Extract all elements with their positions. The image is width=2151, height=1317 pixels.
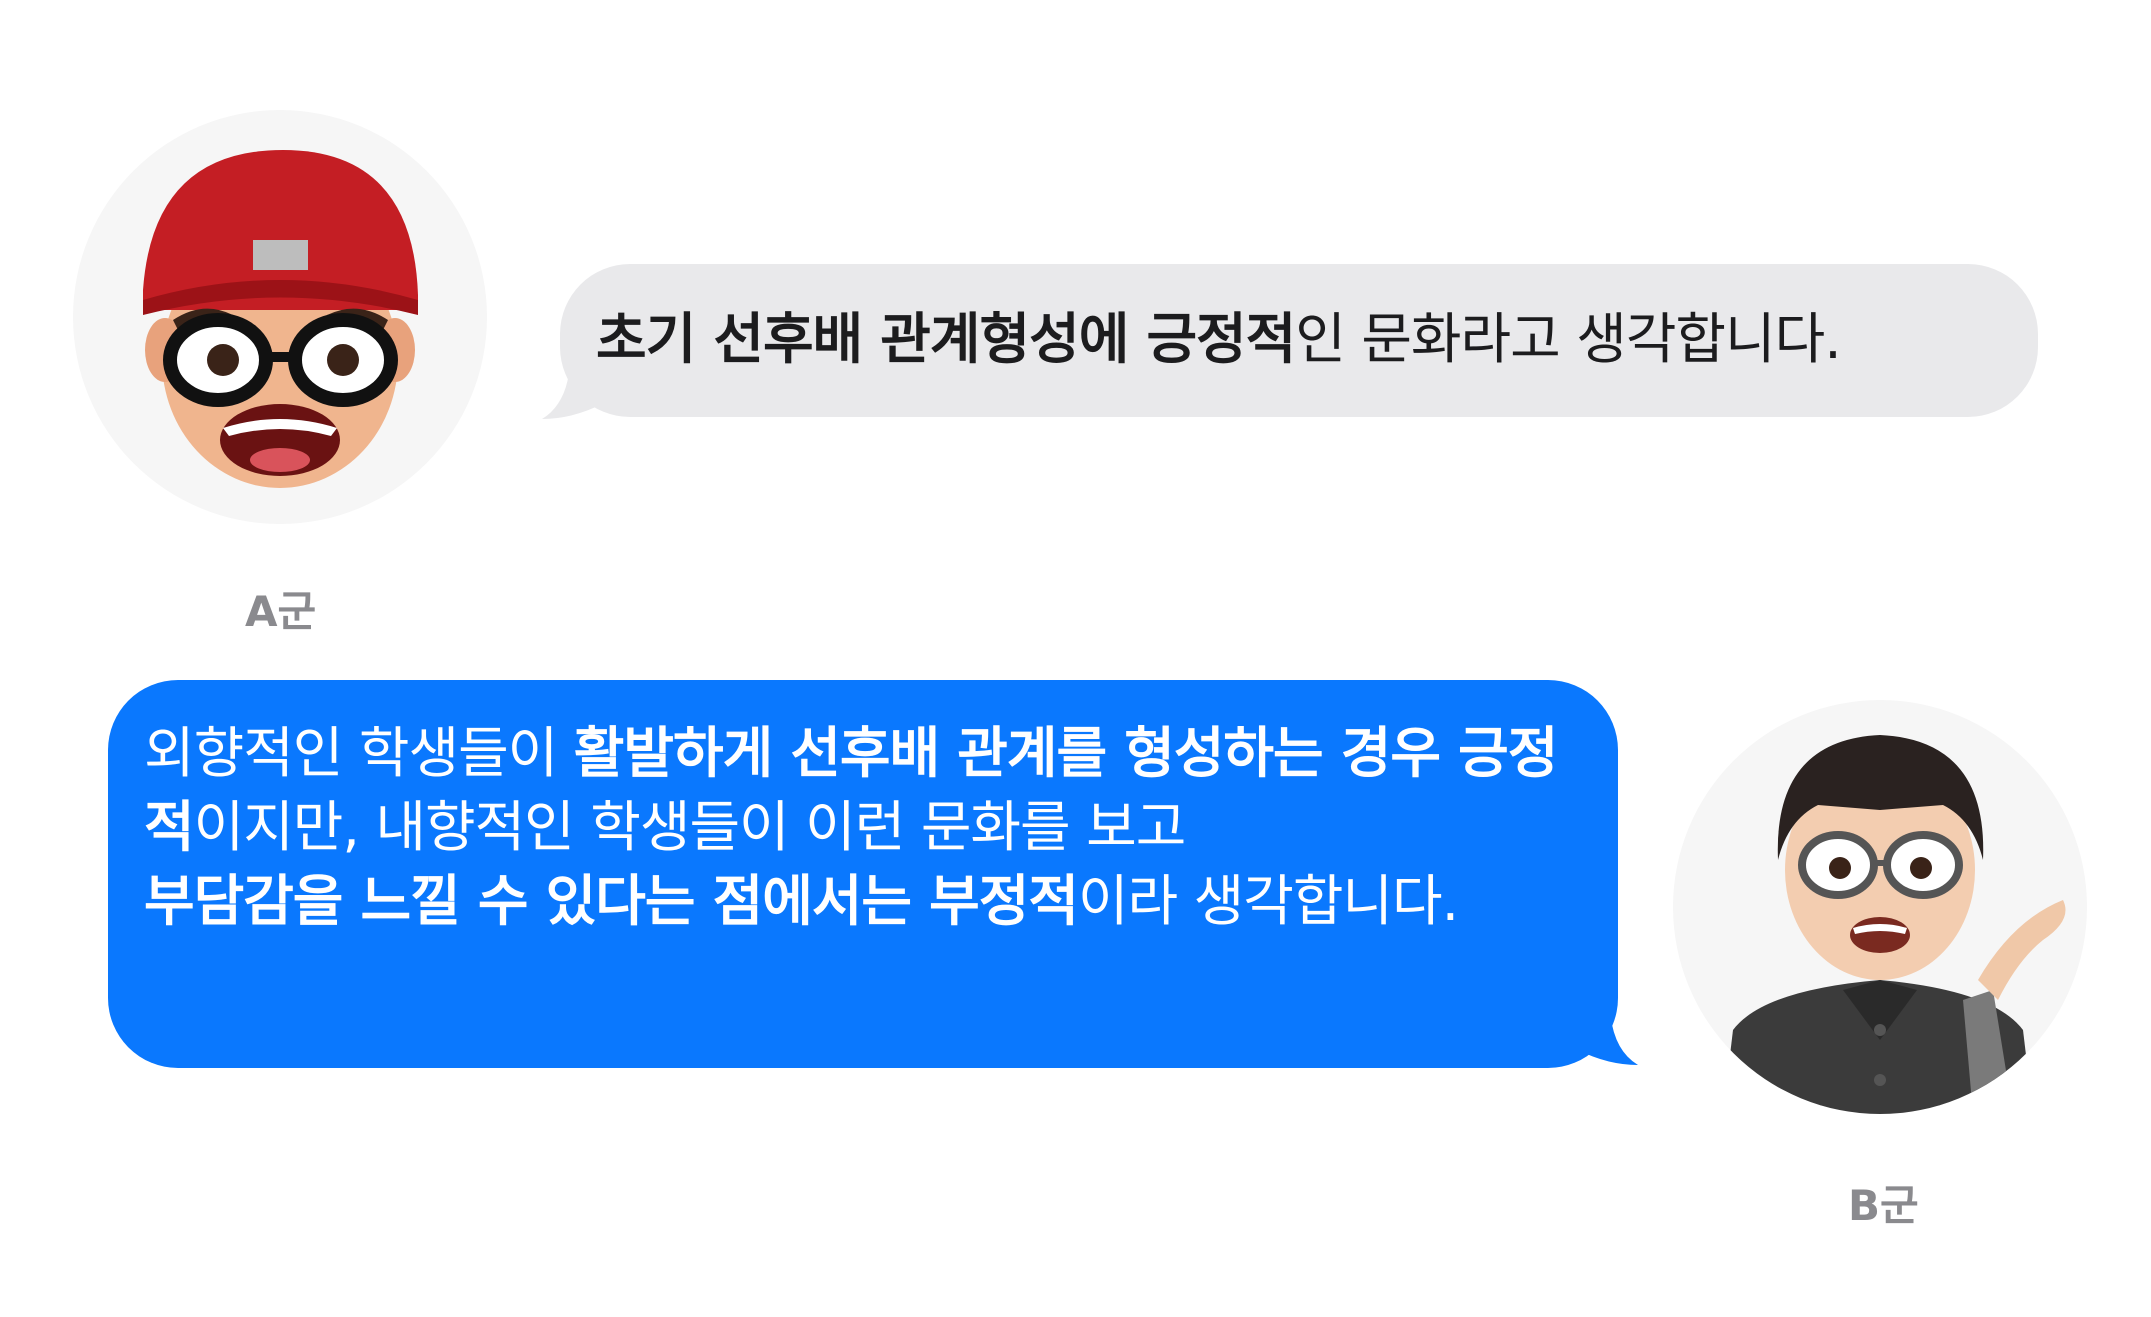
avatar-b xyxy=(1673,700,2087,1114)
sender-name-a: A군 xyxy=(245,587,317,636)
message-text: 초기 선후배 관계형성에 긍정적인 문화라고 생각합니다. xyxy=(596,307,1842,371)
bubble-tail-icon xyxy=(1578,1010,1638,1065)
bubble-tail-icon xyxy=(542,364,602,419)
memoji-red-cap-icon xyxy=(143,150,418,488)
memoji-glasses-icon xyxy=(1723,735,2066,1114)
message-bubble-incoming: 초기 선후배 관계형성에 긍정적인 문화라고 생각합니다. xyxy=(542,264,2038,419)
message-bubble-outgoing: 외향적인 학생들이 활발하게 선후배 관계를 형성하는 경우 긍정적이지만, 내… xyxy=(108,680,1638,1068)
avatar-a xyxy=(73,110,487,524)
message-text: 외향적인 학생들이 활발하게 선후배 관계를 형성하는 경우 긍정적이지만, 내… xyxy=(144,721,1558,933)
sender-name-b: B군 xyxy=(1848,1181,1919,1230)
